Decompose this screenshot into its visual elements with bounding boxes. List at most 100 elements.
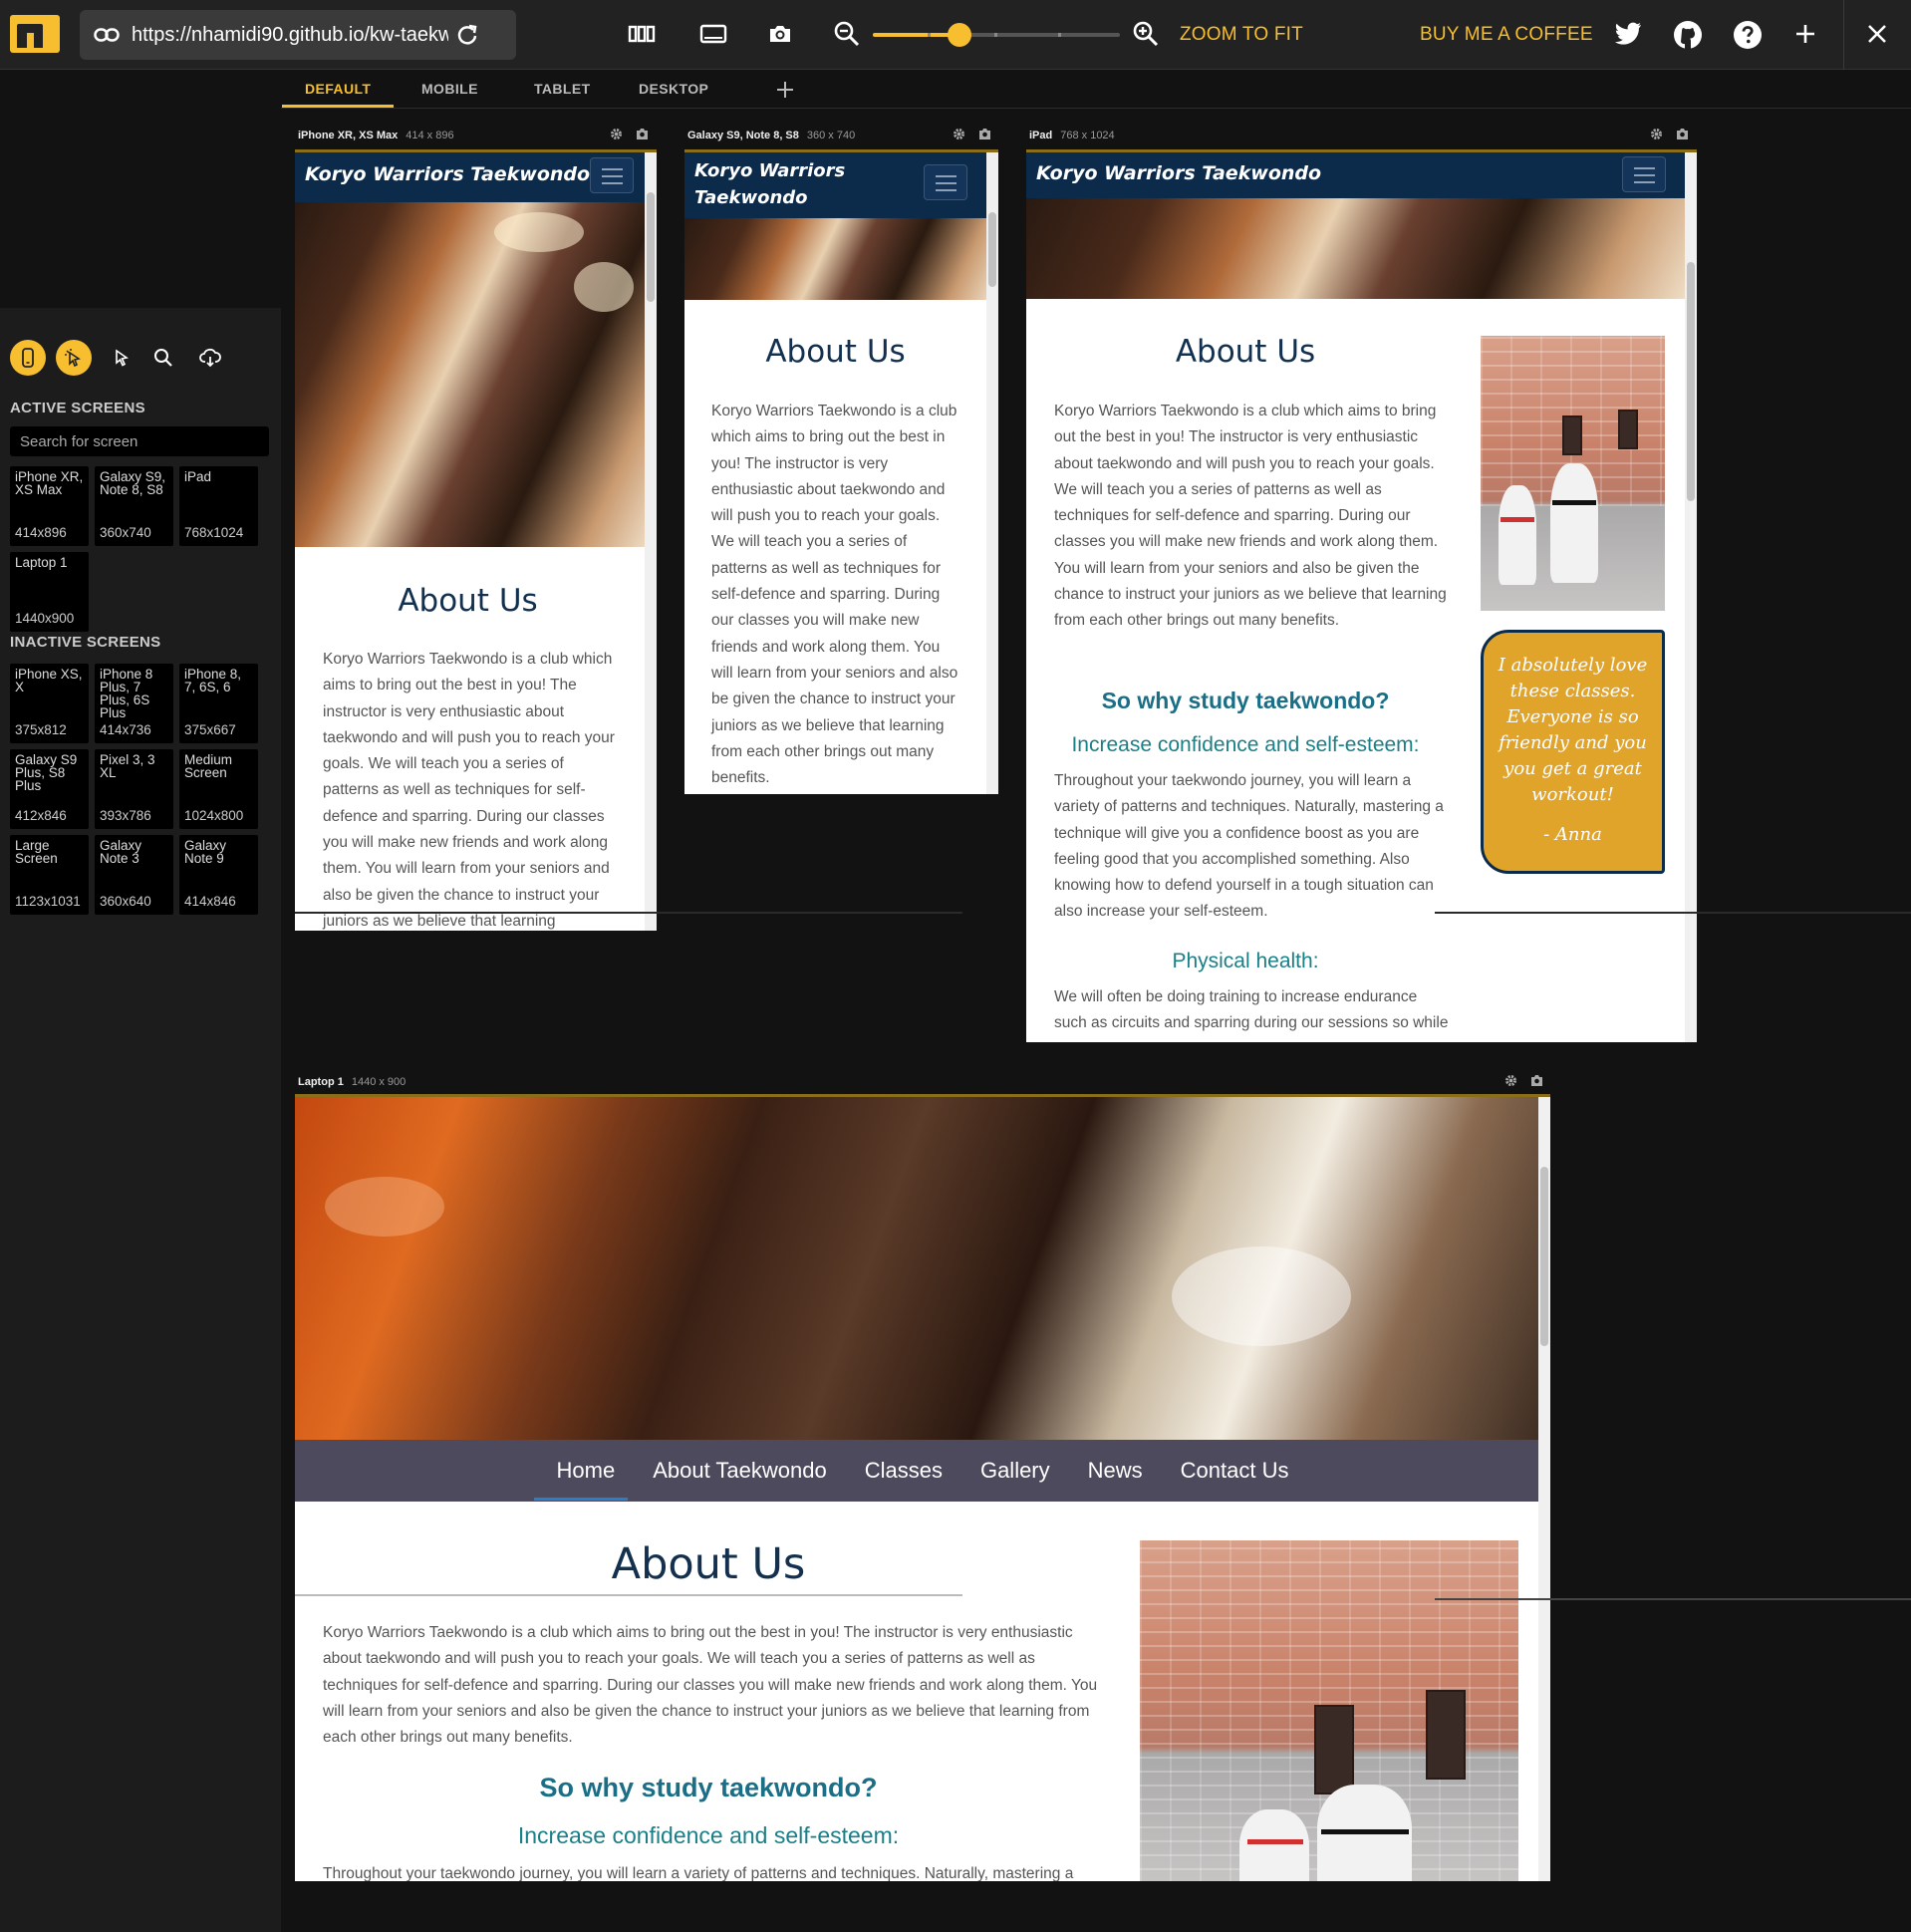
hamburger-menu-icon[interactable]: [590, 157, 634, 193]
ipad-preview[interactable]: Koryo Warriors Taekwondo About Us Koryo …: [1026, 149, 1697, 1042]
screen-search-input[interactable]: Search for screen: [10, 426, 269, 456]
why-study-heading: So why study taekwondo?: [1101, 688, 1390, 713]
scrollbar[interactable]: [645, 152, 657, 931]
nav-news[interactable]: News: [1088, 1440, 1143, 1502]
screen-card-iphone-8-plus[interactable]: iPhone 8 Plus, 7 Plus, 6S Plus 414x736: [95, 664, 173, 743]
zoom-slider-tick: [994, 33, 997, 37]
screen-card-medium-screen[interactable]: Medium Screen 1024x800: [179, 749, 258, 829]
hero-image: [1026, 198, 1697, 299]
tab-mobile[interactable]: MOBILE: [421, 81, 478, 97]
scrollbar[interactable]: [986, 152, 998, 794]
site-header: Koryo Warriors Taekwondo: [295, 152, 657, 202]
nav-contact-us[interactable]: Contact Us: [1181, 1440, 1289, 1502]
screen-card-name: Galaxy Note 9: [184, 838, 227, 866]
gear-icon[interactable]: [610, 128, 623, 140]
confidence-heading: Increase confidence and self-esteem:: [517, 1822, 900, 1848]
screenshot-icon[interactable]: [767, 22, 793, 46]
nav-gallery[interactable]: Gallery: [980, 1440, 1050, 1502]
github-icon[interactable]: [1673, 20, 1703, 50]
gear-icon[interactable]: [1504, 1074, 1517, 1087]
tab-default[interactable]: DEFAULT: [305, 81, 371, 97]
site-brand[interactable]: Koryo Warriors Taekwondo: [694, 157, 845, 211]
device-name: Laptop 1: [298, 1076, 344, 1088]
screen-card-galaxy-s9-plus[interactable]: Galaxy S9 Plus, S8 Plus 412x846: [10, 749, 89, 829]
site-brand[interactable]: Koryo Warriors Taekwondo: [1036, 162, 1321, 184]
interaction-mode-button[interactable]: [56, 340, 92, 376]
add-tab-icon[interactable]: [775, 80, 795, 100]
nav-about-taekwondo[interactable]: About Taekwondo: [653, 1440, 827, 1502]
zoom-slider[interactable]: [873, 23, 1120, 47]
screen-card-large-screen[interactable]: Large Screen 1123x1031: [10, 835, 89, 915]
active-screens-grid: iPhone XR, XS Max 414x896 Galaxy S9, Note…: [10, 466, 273, 632]
camera-icon[interactable]: [1676, 128, 1689, 140]
zoom-slider-knob[interactable]: [947, 23, 971, 47]
guide-line: [295, 912, 962, 914]
dojo-photo: [1481, 336, 1665, 611]
guide-line: [1435, 1598, 1911, 1600]
screen-card-iphone-xr[interactable]: iPhone XR, XS Max 414x896: [10, 466, 89, 546]
reload-icon[interactable]: [456, 24, 478, 46]
about-text: Koryo Warriors Taekwondo is a club which…: [323, 1624, 1098, 1747]
iphone-preview[interactable]: Koryo Warriors Taekwondo About Us Koryo …: [295, 149, 657, 931]
tab-desktop[interactable]: DESKTOP: [639, 81, 708, 97]
search-button[interactable]: [145, 340, 181, 376]
dojo-photo: [1140, 1540, 1518, 1881]
scrollbar[interactable]: [1538, 1097, 1550, 1881]
camera-icon[interactable]: [978, 128, 991, 140]
site-brand-line: Taekwondo: [694, 187, 808, 208]
site-brand-line: Koryo Warriors: [694, 160, 846, 181]
link-icon: [94, 28, 120, 42]
zoom-to-fit-button[interactable]: ZOOM TO FIT: [1180, 24, 1303, 46]
screen-card-laptop-1[interactable]: Laptop 1 1440x900: [10, 552, 89, 632]
columns-layout-icon[interactable]: [628, 22, 656, 46]
hamburger-menu-icon[interactable]: [1622, 156, 1666, 192]
screen-card-ipad[interactable]: iPad 768x1024: [179, 466, 258, 546]
cloud-download-button[interactable]: [192, 340, 228, 376]
about-title: About Us: [611, 1539, 806, 1589]
close-icon[interactable]: [1865, 22, 1889, 46]
address-bar[interactable]: https://nhamidi90.github.io/kw-taekw: [80, 10, 516, 60]
screen-card-name: iPhone 8, 7, 6S, 6: [184, 667, 242, 694]
laptop-preview[interactable]: Home About Taekwondo Classes Gallery New…: [295, 1094, 1550, 1881]
screen-card-res: 412x846: [15, 808, 67, 823]
device-frame-icon[interactable]: [699, 22, 727, 46]
screen-card-iphone-8[interactable]: iPhone 8, 7, 6S, 6 375x667: [179, 664, 258, 743]
screen-card-name: Laptop 1: [15, 555, 68, 570]
camera-icon[interactable]: [636, 128, 649, 140]
galaxy-preview[interactable]: Koryo Warriors Taekwondo About Us Koryo W…: [684, 149, 998, 794]
inspect-button[interactable]: [104, 340, 139, 376]
twitter-icon[interactable]: [1614, 22, 1642, 46]
tab-tablet[interactable]: TABLET: [534, 81, 591, 97]
zoom-out-icon[interactable]: [833, 20, 861, 48]
cloud-download-icon: [199, 348, 221, 368]
inactive-screens-grid: iPhone XS, X 375x812 iPhone 8 Plus, 7 Plu…: [10, 664, 273, 915]
gear-icon[interactable]: [1650, 128, 1663, 140]
about-text: Koryo Warriors Taekwondo is a club which…: [711, 403, 958, 787]
camera-icon[interactable]: [1530, 1074, 1543, 1087]
screen-card-name: Large Screen: [15, 838, 58, 866]
device-res: 360 x 740: [806, 130, 856, 141]
site-brand[interactable]: Koryo Warriors Taekwondo: [305, 163, 590, 185]
device-mode-button[interactable]: [10, 340, 46, 376]
scrollbar[interactable]: [1685, 152, 1697, 1042]
pointer-click-icon: [65, 349, 81, 368]
screen-card-galaxy-note-9[interactable]: Galaxy Note 9 414x846: [179, 835, 258, 915]
screen-card-galaxy-note-3[interactable]: Galaxy Note 3 360x640: [95, 835, 173, 915]
url-input[interactable]: https://nhamidi90.github.io/kw-taekw: [132, 24, 448, 47]
gear-icon[interactable]: [953, 128, 965, 140]
buy-me-a-coffee-link[interactable]: BUY ME A COFFEE: [1420, 24, 1593, 46]
zoom-in-icon[interactable]: [1132, 20, 1160, 48]
nav-classes[interactable]: Classes: [865, 1440, 943, 1502]
device-name: iPhone XR, XS Max: [298, 130, 399, 141]
screen-card-pixel-3[interactable]: Pixel 3, 3 XL 393x786: [95, 749, 173, 829]
screen-card-iphone-xs[interactable]: iPhone XS, X 375x812: [10, 664, 89, 743]
nav-home[interactable]: Home: [557, 1440, 616, 1502]
device-res: 414 x 896: [406, 130, 454, 141]
hamburger-menu-icon[interactable]: [924, 164, 967, 200]
help-icon[interactable]: [1733, 20, 1763, 50]
app-logo[interactable]: [10, 15, 60, 53]
add-device-icon[interactable]: [1793, 22, 1817, 46]
testimonial-quote: I absolutely love these classes. Everyon…: [1481, 630, 1665, 874]
screen-card-galaxy-s9[interactable]: Galaxy S9, Note 8, S8 360x740: [95, 466, 173, 546]
about-title: About Us: [398, 583, 538, 619]
